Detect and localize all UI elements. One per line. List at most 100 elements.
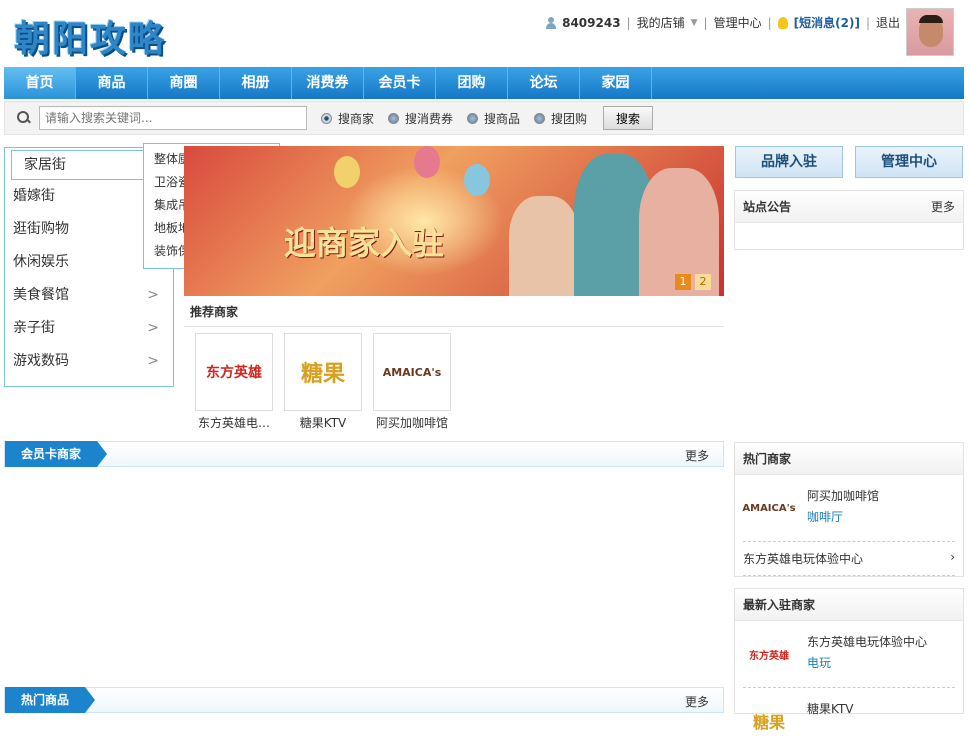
divider — [743, 575, 955, 576]
radio-icon[interactable] — [534, 112, 546, 124]
hot-shop-item[interactable]: AMAICA's 阿买加咖啡馆 咖啡厅 — [735, 475, 963, 541]
nav-tab-member-cards[interactable]: 会员卡 — [364, 67, 436, 99]
recommended-title: 推荐商家 — [184, 301, 724, 327]
search-option-group-buy[interactable]: 搜团购 — [534, 110, 587, 127]
nav-tab-home-garden[interactable]: 家园 — [580, 67, 652, 99]
shop-name[interactable]: 东方英雄电玩体验中心 — [743, 550, 863, 567]
chevron-right-icon: > — [147, 320, 159, 336]
radio-label: 搜消费券 — [405, 111, 454, 126]
admin-center-button[interactable]: 管理中心 — [855, 146, 963, 178]
notice-more-link[interactable]: 更多 — [931, 191, 955, 222]
shop-logo[interactable]: 东方英雄 — [195, 333, 273, 411]
lantern-image — [334, 156, 360, 188]
divider: | — [703, 15, 708, 30]
shop-type[interactable]: 电玩 — [807, 654, 927, 671]
chevron-right-icon: › — [950, 550, 955, 564]
category-item-kids[interactable]: 亲子街 > — [5, 312, 173, 345]
panel-header: 热门商家 — [735, 443, 963, 475]
search-option-coupons[interactable]: 搜消费券 — [388, 110, 453, 127]
new-shops-panel: 最新入驻商家 东方英雄 东方英雄电玩体验中心 电玩 糖果 糖果KTV — [734, 588, 964, 732]
banner-model-image — [509, 196, 579, 296]
recommended-shop[interactable]: AMAICA's 阿买加咖啡馆 — [373, 333, 451, 431]
section-label: 会员卡商家 — [5, 441, 108, 467]
shop-logo[interactable]: 糖果 — [284, 333, 362, 411]
banner-pager: 1 2 — [675, 274, 711, 290]
avatar[interactable] — [906, 8, 954, 56]
nav-tab-forum[interactable]: 论坛 — [508, 67, 580, 99]
shop-info: 阿买加咖啡馆 咖啡厅 — [807, 485, 879, 525]
search-icon — [15, 109, 33, 127]
banner-page-1[interactable]: 1 — [675, 274, 691, 290]
shop-logo[interactable]: 糖果 — [743, 698, 795, 744]
new-shop-item[interactable]: 东方英雄 东方英雄电玩体验中心 电玩 — [735, 621, 963, 687]
user-toolbar: 8409243 | 我的店铺 ▼ | 管理中心 | [短消息(2)] | 退出 — [546, 14, 900, 31]
shop-name[interactable]: 阿买加咖啡馆 — [373, 414, 451, 431]
notice-title: 站点公告 — [743, 200, 792, 214]
lantern-image — [414, 146, 440, 178]
hot-shops-title: 热门商家 — [743, 452, 792, 466]
brand-join-button[interactable]: 品牌入驻 — [735, 146, 843, 178]
shop-info: 东方英雄电玩体验中心 电玩 — [807, 631, 927, 671]
nav-tab-products[interactable]: 商品 — [76, 67, 148, 99]
recommended-shop[interactable]: 东方英雄 东方英雄电… — [195, 333, 273, 431]
search-option-products[interactable]: 搜商品 — [467, 110, 520, 127]
notice-panel: 站点公告 更多 — [734, 190, 964, 250]
category-item-food[interactable]: 美食餐馆 > — [5, 279, 173, 312]
my-shop-link[interactable]: 我的店铺 — [637, 14, 685, 31]
nav-tab-albums[interactable]: 相册 — [220, 67, 292, 99]
radio-selected-icon[interactable] — [321, 112, 332, 124]
shop-name[interactable]: 东方英雄电… — [195, 414, 273, 431]
recommended-shop[interactable]: 糖果 糖果KTV — [284, 333, 362, 431]
shop-name[interactable]: 东方英雄电玩体验中心 — [807, 633, 927, 650]
nav-tab-home[interactable]: 首页 — [4, 67, 76, 99]
category-label: 美食餐馆 — [13, 287, 69, 303]
search-input[interactable] — [39, 106, 307, 130]
shop-name[interactable]: 糖果KTV — [284, 414, 362, 431]
shop-type[interactable]: 咖啡厅 — [807, 508, 879, 525]
nav-tab-coupons[interactable]: 消费券 — [292, 67, 364, 99]
hot-products-more-link[interactable]: 更多 — [685, 693, 709, 710]
hot-products-section-header: 热门商品 更多 — [4, 687, 724, 713]
admin-link[interactable]: 管理中心 — [714, 14, 762, 31]
divider: | — [767, 15, 772, 30]
chevron-right-icon: > — [147, 353, 159, 369]
radio-label: 搜商品 — [484, 111, 521, 126]
search-button[interactable]: 搜索 — [603, 106, 654, 130]
category-item-games-digital[interactable]: 游戏数码 > — [5, 345, 173, 378]
shop-info: 糖果KTV — [807, 698, 853, 717]
logout-link[interactable]: 退出 — [876, 14, 900, 31]
main-nav: 首页 商品 商圈 相册 消费券 会员卡 团购 论坛 家园 — [4, 67, 964, 99]
divider: | — [865, 15, 870, 30]
shop-name[interactable]: 糖果KTV — [807, 700, 853, 717]
nav-tab-districts[interactable]: 商圈 — [148, 67, 220, 99]
shop-logo[interactable]: 东方英雄 — [743, 631, 795, 677]
search-option-shops[interactable]: 搜商家 — [321, 110, 374, 127]
section-label: 热门商品 — [5, 687, 96, 713]
banner-headline: 迎商家入驻 — [284, 224, 445, 262]
avatar-hair — [919, 15, 943, 23]
new-shop-item[interactable]: 糖果 糖果KTV — [735, 688, 963, 754]
chevron-right-icon: > — [147, 287, 159, 303]
category-label: 婚嫁街 — [13, 188, 55, 204]
hot-shops-panel: 热门商家 AMAICA's 阿买加咖啡馆 咖啡厅 东方英雄电玩体验中心 › — [734, 442, 964, 577]
user-id[interactable]: 8409243 — [562, 16, 620, 30]
radio-icon[interactable] — [467, 112, 479, 124]
category-label: 游戏数码 — [13, 353, 69, 369]
radio-label: 搜商家 — [338, 111, 375, 126]
promo-banner[interactable]: 迎商家入驻 — [184, 146, 724, 296]
panel-header: 站点公告 更多 — [735, 191, 963, 223]
messages-link[interactable]: [短消息(2)] — [794, 14, 860, 31]
member-card-more-link[interactable]: 更多 — [685, 447, 709, 464]
radio-icon[interactable] — [388, 112, 400, 124]
nav-tab-group-buy[interactable]: 团购 — [436, 67, 508, 99]
shop-logo[interactable]: AMAICA's — [373, 333, 451, 411]
divider: | — [626, 15, 631, 30]
shop-name[interactable]: 阿买加咖啡馆 — [807, 487, 879, 504]
site-logo[interactable]: 朝阳攻略 — [14, 10, 166, 62]
chevron-down-icon[interactable]: ▼ — [691, 18, 698, 28]
new-shops-title: 最新入驻商家 — [743, 598, 816, 612]
shop-logo[interactable]: AMAICA's — [742, 485, 795, 531]
user-icon — [546, 16, 557, 29]
banner-page-2[interactable]: 2 — [695, 274, 711, 290]
hot-shop-list-item[interactable]: 东方英雄电玩体验中心 › — [735, 542, 963, 575]
